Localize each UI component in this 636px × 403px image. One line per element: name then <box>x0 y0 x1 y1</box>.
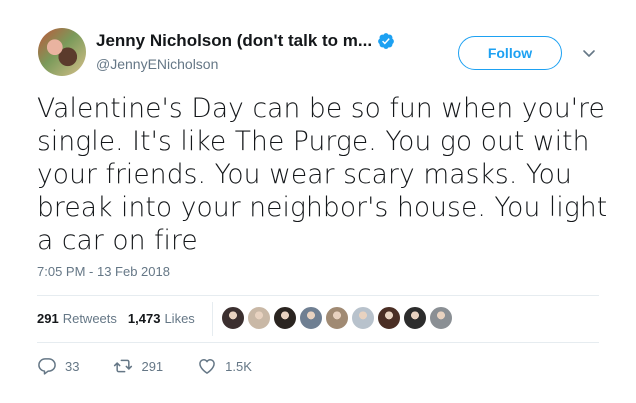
verified-badge-icon <box>377 32 395 50</box>
liker-avatar[interactable] <box>377 306 401 330</box>
heart-icon <box>199 359 216 374</box>
liker-avatar[interactable] <box>273 306 297 330</box>
reply-icon <box>38 358 56 375</box>
tweet-stats: 291 Retweets 1,473 Likes <box>37 311 206 326</box>
liker-avatar[interactable] <box>247 306 271 330</box>
retweet-button[interactable]: 291 <box>113 356 163 376</box>
retweets-stat[interactable]: 291 Retweets <box>37 311 117 326</box>
tweet-actions: 33 291 1.5K <box>37 356 286 376</box>
stats-separator <box>212 302 213 336</box>
follow-button[interactable]: Follow <box>458 36 562 70</box>
likes-label: Likes <box>164 311 195 326</box>
likes-stat[interactable]: 1,473 Likes <box>128 311 195 326</box>
likes-count: 1,473 <box>127 311 161 326</box>
chevron-down-icon[interactable] <box>580 44 598 62</box>
liker-avatar[interactable] <box>403 306 427 330</box>
liker-avatar[interactable] <box>299 306 323 330</box>
like-count: 1.5K <box>225 358 252 374</box>
tweet-timestamp[interactable]: 7:05 PM - 13 Feb 2018 <box>37 264 170 279</box>
display-name[interactable]: Jenny Nicholson (don't talk to m... <box>96 31 372 51</box>
retweets-label: Retweets <box>62 311 117 326</box>
retweet-icon <box>114 359 133 373</box>
liker-avatar[interactable] <box>221 306 245 330</box>
name-row: Jenny Nicholson (don't talk to m... <box>96 31 395 51</box>
like-button[interactable]: 1.5K <box>197 356 252 376</box>
retweet-count: 291 <box>141 358 164 374</box>
avatar[interactable] <box>38 28 86 76</box>
user-handle[interactable]: @JennyENicholson <box>96 56 218 72</box>
tweet-card: Jenny Nicholson (don't talk to m... @Jen… <box>0 0 636 403</box>
divider <box>37 342 599 343</box>
reply-count: 33 <box>65 358 80 374</box>
liker-avatars <box>221 306 455 330</box>
liker-avatar[interactable] <box>325 306 349 330</box>
liker-avatar[interactable] <box>429 306 453 330</box>
reply-button[interactable]: 33 <box>37 356 79 376</box>
tweet-text: Valentine's Day can be so fun when you'r… <box>37 93 608 256</box>
retweets-count: 291 <box>37 311 59 326</box>
liker-avatar[interactable] <box>351 306 375 330</box>
divider <box>37 295 599 296</box>
